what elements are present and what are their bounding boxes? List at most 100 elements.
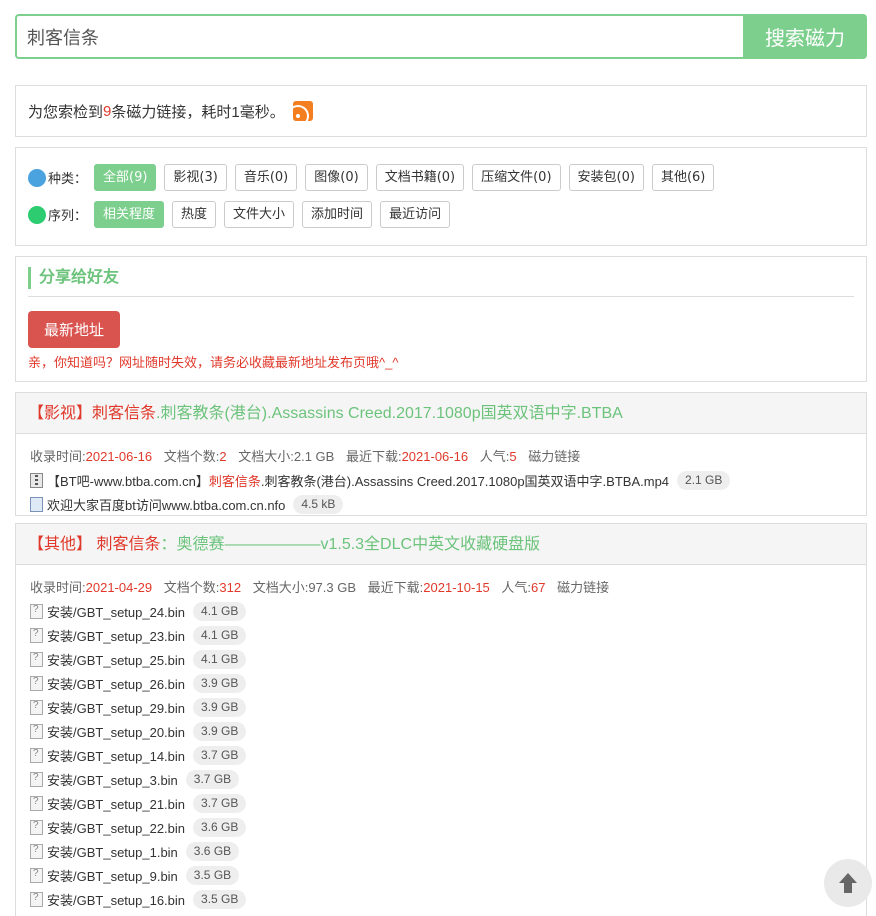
magnet-link[interactable]: 磁力链接	[528, 449, 580, 464]
result-meta: 收录时间:2021-04-29 文档个数:312 文档大小:97.3 GB 最近…	[16, 565, 866, 599]
file-name: 安装/GBT_setup_14.bin	[47, 748, 186, 764]
file-name: 安装/GBT_setup_23.bin	[47, 628, 186, 644]
list-item: 安装/GBT_setup_29.bin 3.9 GB	[30, 695, 866, 719]
list-item: 安装/GBT_setup_14.bin 3.7 GB	[30, 743, 866, 767]
share-note: 亲，你知道吗？网址随时失效，请务必收藏最新地址发布页哦^_^	[28, 355, 399, 370]
search-button[interactable]: 搜索磁力	[743, 14, 867, 59]
popularity-label: 人气:	[501, 580, 532, 595]
unknown-file-icon	[30, 891, 43, 907]
unknown-file-icon	[30, 627, 43, 643]
file-name: 安装/GBT_setup_1.bin	[47, 844, 178, 860]
count-label: 文档个数:	[163, 580, 220, 595]
file-size-badge: 3.9 GB	[193, 697, 247, 717]
result-category: 【影视】	[28, 405, 93, 422]
type-filter-image[interactable]: 图像(0)	[305, 164, 368, 191]
sort-popularity[interactable]: 热度	[172, 201, 217, 228]
type-filter-all[interactable]: 全部(9)	[94, 164, 157, 191]
latest-address-button[interactable]: 最新地址	[28, 311, 121, 348]
unknown-file-icon	[30, 867, 43, 883]
file-size-badge: 3.7 GB	[193, 793, 247, 813]
file-size-badge: 4.1 GB	[193, 601, 247, 621]
list-item: 安装/GBT_setup_9.bin 3.5 GB	[30, 863, 866, 887]
file-name: 安装/GBT_setup_25.bin	[47, 652, 186, 668]
file-name: 安装/GBT_setup_22.bin	[47, 820, 186, 836]
list-item: 安装/GBT_setup_20.bin 3.9 GB	[30, 719, 866, 743]
sort-filter-label: 序列：	[48, 208, 88, 223]
type-filter-installer[interactable]: 安装包(0)	[568, 164, 644, 191]
zip-file-icon	[30, 472, 43, 488]
file-name: 安装/GBT_setup_21.bin	[47, 796, 186, 812]
type-filter-other[interactable]: 其他(6)	[651, 164, 715, 191]
list-item: 安装/GBT_setup_3.bin 3.7 GB	[30, 767, 866, 791]
file-name: 安装/GBT_setup_3.bin	[47, 772, 178, 788]
unknown-file-icon	[30, 819, 43, 835]
list-item: 安装/GBT_setup_21.bin 3.7 GB	[30, 791, 866, 815]
popularity: 5	[509, 449, 517, 464]
list-item: 安装/GBT_setup_26.bin 3.9 GB	[30, 671, 866, 695]
search-input[interactable]	[15, 14, 743, 59]
sort-filter-label-wrap: 序列：	[28, 205, 94, 224]
file-size-badge: 3.7 GB	[185, 769, 240, 789]
list-item: 安装/GBT_setup_22.bin 3.6 GB	[30, 815, 866, 839]
share-panel: 分享给好友 最新地址 亲，你知道吗？网址随时失效，请务必收藏最新地址发布页哦^_…	[15, 256, 867, 382]
result-title-text[interactable]: .刺客教条(港台).Assassins Creed.2017.1080p国英双语…	[156, 405, 623, 422]
unknown-file-icon	[30, 651, 43, 667]
size-label: 文档大小:	[252, 580, 309, 595]
file-name-keyword: 刺客信条	[208, 473, 261, 489]
magnet-link[interactable]: 磁力链接	[557, 580, 609, 595]
unknown-file-icon	[30, 675, 43, 691]
sort-relevance[interactable]: 相关程度	[94, 201, 165, 228]
file-name: 安装/GBT_setup_20.bin	[47, 724, 186, 740]
list-item: 欢迎大家百度bt访问www.btba.com.cn.nfo 4.5 kB	[30, 492, 866, 516]
file-size-badge: 3.9 GB	[193, 721, 247, 741]
type-filter-row: 种类： 全部(9) 影视(3) 音乐(0) 图像(0) 文档书籍(0) 压缩文件…	[28, 164, 854, 191]
info-file-icon	[30, 496, 43, 512]
sort-filter-row: 序列： 相关程度 热度 文件大小 添加时间 最近访问	[28, 201, 854, 228]
collected-label: 收录时间:	[30, 580, 86, 595]
file-size-badge: 4.5 kB	[293, 494, 344, 514]
size-label: 文档大小:	[238, 449, 294, 464]
collected-date: 2021-06-16	[85, 449, 153, 464]
result-category: 【其他】	[28, 536, 93, 553]
search-bar: 搜索磁力	[15, 14, 867, 59]
type-filter-archive[interactable]: 压缩文件(0)	[472, 164, 561, 191]
type-filter-label-wrap: 种类：	[28, 168, 94, 187]
file-name: 欢迎大家百度bt访问www.btba.com.cn.nfo	[47, 497, 286, 513]
sort-recent[interactable]: 最近访问	[380, 201, 451, 228]
file-size-badge: 3.7 GB	[193, 745, 247, 765]
sort-added[interactable]: 添加时间	[302, 201, 373, 228]
unknown-file-icon	[30, 843, 43, 859]
result-title[interactable]: 【影视】刺客信条.刺客教条(港台).Assassins Creed.2017.1…	[16, 393, 866, 434]
download-label: 最近下载:	[345, 449, 402, 464]
file-size-badge: 3.6 GB	[185, 841, 240, 861]
file-name-prefix: 【BT吧-www.btba.com.cn】	[47, 473, 209, 489]
scroll-to-top-button[interactable]	[824, 859, 872, 907]
download-date: 2021-06-16	[401, 449, 469, 464]
list-item: 【BT吧-www.btba.com.cn】 刺客信条 .刺客教条(港台).Assas…	[30, 468, 866, 492]
result-card: 【其他】 刺客信条：奥德赛——————v1.5.3全DLC中英文收藏硬盘版 收录…	[15, 523, 867, 916]
file-size-badge: 3.6 GB	[193, 817, 247, 837]
file-name: 安装/GBT_setup_9.bin	[47, 868, 178, 884]
result-keyword: 刺客信条	[92, 405, 157, 422]
unknown-file-icon	[30, 795, 43, 811]
collected-label: 收录时间:	[30, 449, 86, 464]
file-size-badge: 2.1 GB	[677, 470, 731, 490]
download-date: 2021-10-15	[423, 580, 490, 595]
file-name: 安装/GBT_setup_16.bin	[47, 892, 186, 908]
type-filter-video[interactable]: 影视(3)	[164, 164, 227, 191]
result-title-text[interactable]: ：奥德赛——————v1.5.3全DLC中英文收藏硬盘版	[160, 536, 540, 553]
list-item: 安装/GBT_setup_25.bin 4.1 GB	[30, 647, 866, 671]
sort-size[interactable]: 文件大小	[224, 201, 295, 228]
result-summary: 为您索检到 9 条磁力链接，耗时1毫秒。	[15, 85, 867, 137]
type-filter-docs[interactable]: 文档书籍(0)	[375, 164, 465, 191]
file-size-badge: 3.9 GB	[193, 673, 247, 693]
category-icon	[28, 168, 46, 187]
unknown-file-icon	[30, 747, 43, 763]
list-item: 安装/GBT_setup_23.bin 4.1 GB	[30, 623, 866, 647]
result-title[interactable]: 【其他】 刺客信条：奥德赛——————v1.5.3全DLC中英文收藏硬盘版	[16, 524, 866, 565]
type-filter-music[interactable]: 音乐(0)	[234, 164, 298, 191]
rss-icon[interactable]	[292, 101, 313, 121]
file-name: 安装/GBT_setup_26.bin	[47, 676, 186, 692]
arrow-up-icon	[839, 873, 857, 893]
download-label: 最近下载:	[367, 580, 424, 595]
